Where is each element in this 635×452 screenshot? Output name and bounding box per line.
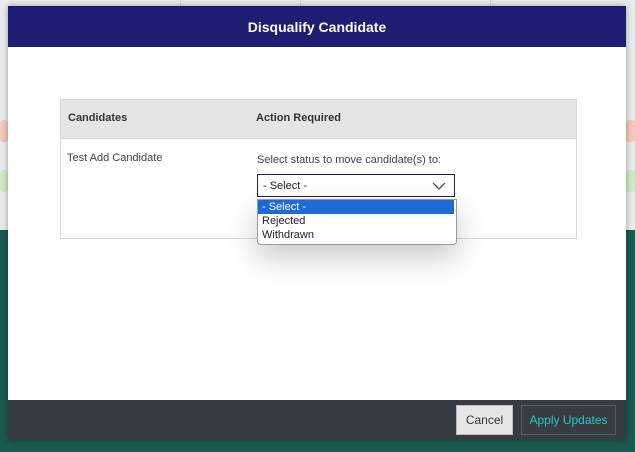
status-select-value: - Select - (263, 180, 308, 192)
dialog-footer: Cancel Apply Updates (8, 400, 626, 440)
dialog-header: Disqualify Candidate (8, 6, 626, 47)
dropdown-option-select[interactable]: - Select - (258, 200, 454, 214)
background-badge (0, 170, 8, 192)
candidate-name: Test Add Candidate (67, 152, 163, 164)
background-badge (626, 120, 635, 142)
chevron-down-icon (432, 179, 446, 197)
status-prompt: Select status to move candidate(s) to: (257, 154, 442, 166)
background-badge (626, 170, 635, 192)
background-badge (0, 120, 8, 142)
table-header-row: Candidates Action Required (61, 100, 576, 139)
dialog-title: Disqualify Candidate (247, 18, 387, 35)
status-select[interactable]: - Select - (257, 174, 455, 197)
apply-updates-button[interactable]: Apply Updates (521, 405, 616, 435)
cancel-button[interactable]: Cancel (456, 405, 513, 435)
dropdown-option-withdrawn[interactable]: Withdrawn (258, 228, 454, 242)
dropdown-option-rejected[interactable]: Rejected (258, 214, 454, 228)
status-dropdown-list: - Select - Rejected Withdrawn (257, 199, 457, 245)
column-header-candidates: Candidates (68, 112, 128, 124)
column-header-action-required: Action Required (256, 112, 341, 124)
